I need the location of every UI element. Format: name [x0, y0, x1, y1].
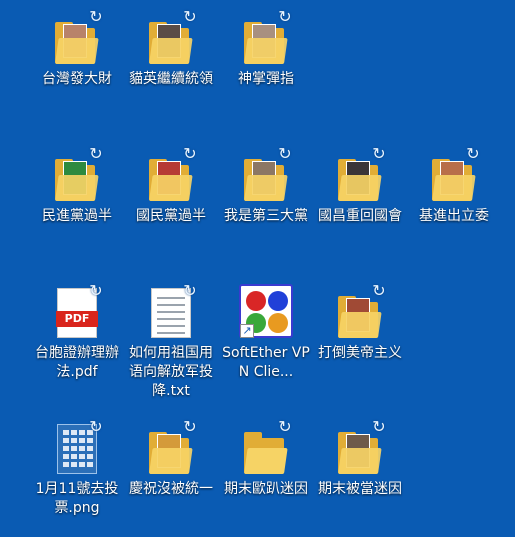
sync-status-icon: ↻: [183, 281, 197, 300]
desktop-icon[interactable]: ↻ 慶祝沒被統一: [125, 418, 217, 499]
desktop-icon-label: 民進黨過半: [42, 208, 112, 224]
desktop-icon-label: 如何用祖国用语向解放军投降.txt: [129, 345, 213, 399]
desktop-icon[interactable]: ↗ SoftEther VPN Clie...: [220, 282, 312, 382]
sync-status-icon: ↻: [183, 7, 197, 26]
image-file-icon: ↻: [49, 418, 105, 474]
sync-status-icon: ↻: [183, 144, 197, 163]
folder-icon: ↻: [143, 418, 199, 474]
pdf-file-icon: PDF ↻: [49, 282, 105, 338]
folder-icon: ↻: [426, 145, 482, 201]
sync-status-icon: ↻: [372, 144, 386, 163]
softether-vpn-icon: ↗: [238, 282, 294, 338]
folder-icon: ↻: [143, 145, 199, 201]
desktop-icon-label: SoftEther VPN Clie...: [222, 345, 310, 380]
shortcut-arrow-icon: ↗: [240, 324, 254, 338]
desktop-icon[interactable]: ↻ 台灣發大財: [31, 8, 123, 89]
desktop-icon-label: 台灣發大財: [42, 71, 112, 87]
sync-status-icon: ↻: [278, 7, 292, 26]
desktop-icon[interactable]: ↻ 我是第三大黨: [220, 145, 312, 226]
desktop-icon[interactable]: ↻ 1月11號去投票.png: [31, 418, 123, 518]
folder-icon: ↻: [332, 418, 388, 474]
desktop-icon[interactable]: ↻ 打倒美帝主义: [314, 282, 406, 363]
desktop-icon[interactable]: ↻ 神掌彈指: [220, 8, 312, 89]
desktop-icon-label: 期末歐趴迷因: [224, 481, 308, 497]
desktop-icon[interactable]: ↻ 民進黨過半: [31, 145, 123, 226]
sync-status-icon: ↻: [183, 417, 197, 436]
sync-status-icon: ↻: [372, 417, 386, 436]
folder-icon: ↻: [332, 282, 388, 338]
sync-status-icon: ↻: [372, 281, 386, 300]
desktop-icon[interactable]: ↻ 基進出立委: [408, 145, 500, 226]
text-file-icon: ↻: [143, 282, 199, 338]
sync-status-icon: ↻: [466, 144, 480, 163]
desktop-icon-label: 慶祝沒被統一: [129, 481, 213, 497]
folder-icon: ↻: [143, 8, 199, 64]
desktop-icon[interactable]: ↻ 貓英繼續統領: [125, 8, 217, 89]
desktop-icon-label: 基進出立委: [419, 208, 489, 224]
desktop-icon-label: 貓英繼續統領: [129, 71, 213, 87]
desktop-icon-label: 1月11號去投票.png: [35, 481, 119, 516]
sync-status-icon: ↻: [89, 417, 103, 436]
sync-status-icon: ↻: [278, 144, 292, 163]
folder-icon: ↻: [238, 418, 294, 474]
desktop-icon-label: 神掌彈指: [238, 71, 294, 87]
folder-icon: ↻: [49, 8, 105, 64]
folder-icon: ↻: [238, 145, 294, 201]
desktop-icon[interactable]: ↻ 國昌重回國會: [314, 145, 406, 226]
desktop-icon[interactable]: ↻ 期末歐趴迷因: [220, 418, 312, 499]
sync-status-icon: ↻: [89, 144, 103, 163]
desktop-icon-label: 我是第三大黨: [224, 208, 308, 224]
desktop-icon[interactable]: ↻ 如何用祖国用语向解放军投降.txt: [125, 282, 217, 401]
folder-icon: ↻: [332, 145, 388, 201]
pdf-badge: PDF: [56, 311, 98, 327]
desktop-icon[interactable]: PDF ↻ 台胞證辦理辦法.pdf: [31, 282, 123, 382]
desktop-icon-label: 國民黨過半: [136, 208, 206, 224]
sync-status-icon: ↻: [89, 7, 103, 26]
desktop-icon-label: 台胞證辦理辦法.pdf: [35, 345, 119, 380]
desktop-icon-label: 打倒美帝主义: [318, 345, 402, 361]
desktop-icon[interactable]: ↻ 國民黨過半: [125, 145, 217, 226]
sync-status-icon: ↻: [278, 417, 292, 436]
folder-icon: ↻: [49, 145, 105, 201]
desktop-icon-label: 國昌重回國會: [318, 208, 402, 224]
sync-status-icon: ↻: [89, 281, 103, 300]
desktop-icon[interactable]: ↻ 期末被當迷因: [314, 418, 406, 499]
folder-icon: ↻: [238, 8, 294, 64]
desktop-icon-label: 期末被當迷因: [318, 481, 402, 497]
